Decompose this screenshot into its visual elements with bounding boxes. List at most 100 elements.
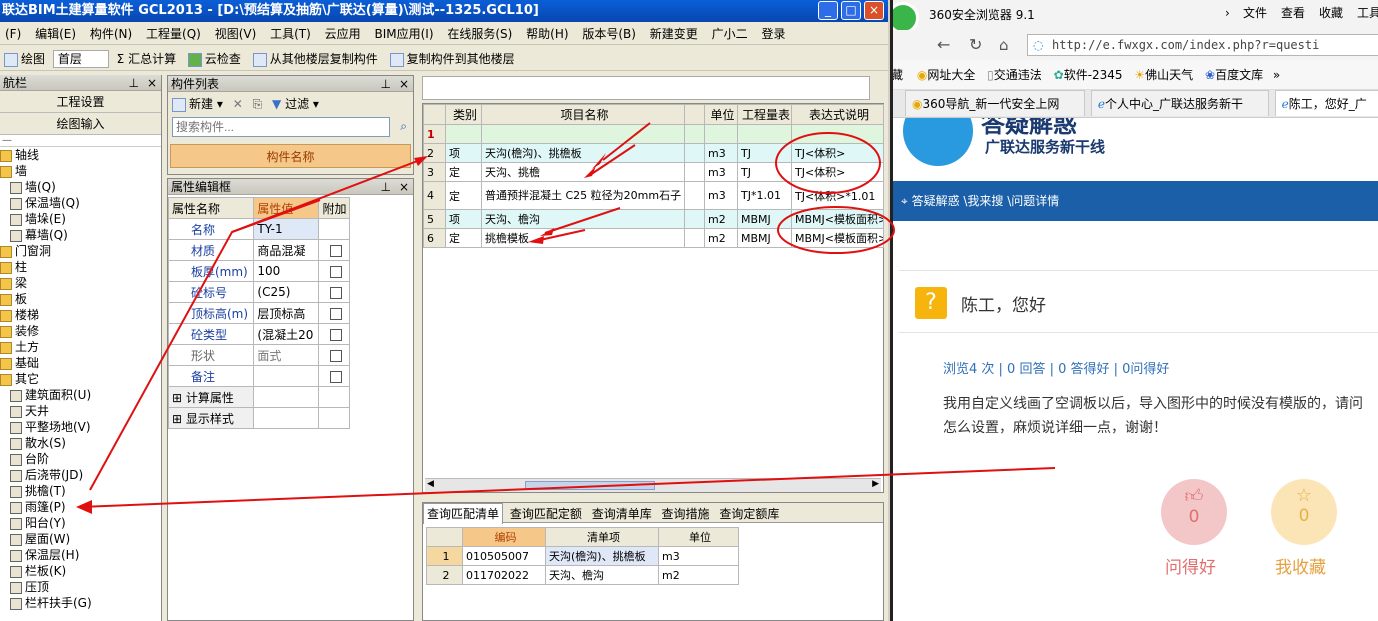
- menu-help[interactable]: 帮助(H): [521, 23, 573, 45]
- property-attach[interactable]: [318, 302, 350, 324]
- grid-cell-unit[interactable]: m3: [704, 162, 738, 182]
- property-value[interactable]: 商品混凝: [253, 239, 320, 261]
- grid-cell-expr[interactable]: TJ<体积>: [791, 143, 884, 163]
- property-attach[interactable]: [318, 407, 350, 429]
- pin-icon[interactable]: ⊥: [129, 75, 139, 91]
- grid-cell-name[interactable]: 天沟、檐沟: [481, 209, 685, 229]
- query-cell-unit[interactable]: m3: [658, 546, 739, 566]
- property-value[interactable]: TY-1: [253, 218, 320, 240]
- grid-cell-num[interactable]: 5: [423, 209, 446, 229]
- tree-item[interactable]: 柱: [0, 259, 161, 275]
- attach-checkbox[interactable]: [329, 307, 342, 320]
- grid-cell-extra[interactable]: [684, 181, 705, 210]
- grid-col-expr[interactable]: 表达式说明: [791, 104, 884, 125]
- close-icon[interactable]: ×: [399, 76, 409, 92]
- tree-item[interactable]: 压顶: [0, 579, 161, 595]
- browser-menu-tools[interactable]: 工具: [1357, 0, 1378, 26]
- tree-item[interactable]: 墙垛(E): [0, 211, 161, 227]
- property-attach[interactable]: [318, 260, 350, 282]
- property-value[interactable]: 层顶标高: [253, 302, 320, 324]
- project-settings-button[interactable]: 工程设置: [0, 91, 161, 113]
- grid-cell-qty[interactable]: MBMJ: [737, 228, 792, 248]
- menu-quantity[interactable]: 工程量(Q): [141, 23, 206, 45]
- tree-item[interactable]: 台阶: [0, 451, 161, 467]
- maximize-button[interactable]: □: [841, 1, 861, 20]
- filter-button[interactable]: ▼ 过滤 ▾: [272, 97, 319, 111]
- tree-item[interactable]: 板: [0, 291, 161, 307]
- grid-hscrollbar[interactable]: ◀ ▶: [425, 478, 881, 492]
- property-attach[interactable]: [318, 365, 350, 387]
- tab-measures[interactable]: 查询措施: [659, 504, 713, 524]
- grid-cell-qty[interactable]: TJ*1.01: [737, 181, 792, 210]
- property-attach[interactable]: [318, 386, 350, 408]
- tab-match-quota[interactable]: 查询匹配定额: [507, 504, 585, 524]
- browser-menu-view[interactable]: 查看: [1281, 0, 1305, 26]
- tree-item[interactable]: 其它: [0, 371, 161, 387]
- tree-item[interactable]: 装修: [0, 323, 161, 339]
- copy-to-floor-button[interactable]: 复制构件到其他楼层: [386, 47, 519, 71]
- grid-col-unit[interactable]: 单位: [704, 104, 738, 125]
- table-row[interactable]: 4 定普通预拌混凝土 C25 粒径为20mm石子 m3 TJ*1.01 TJ<体积>*1…: [423, 181, 884, 210]
- grid-cell-expr[interactable]: [791, 124, 884, 144]
- menu-new-change[interactable]: 新建变更: [645, 23, 703, 45]
- tab-match-list[interactable]: 查询匹配清单: [423, 503, 504, 524]
- query-cell-item[interactable]: 天沟(檐沟)、挑檐板: [545, 546, 659, 566]
- menu-chevron-icon[interactable]: ›: [1225, 0, 1230, 26]
- property-value[interactable]: [253, 386, 320, 408]
- refresh-icon[interactable]: ↻: [969, 30, 982, 60]
- grid-cell-unit[interactable]: [704, 124, 738, 144]
- browser-tab-personal[interactable]: ℯ个人中心_广联达服务新干: [1090, 90, 1269, 116]
- fav-weather[interactable]: ☀佛山天气: [1134, 68, 1193, 82]
- grid-cell-extra[interactable]: [684, 143, 705, 163]
- component-name-header[interactable]: 构件名称: [170, 144, 411, 168]
- menu-login[interactable]: 登录: [756, 23, 790, 45]
- table-row[interactable]: 3 定天沟、挑檐 m3 TJ TJ<体积>: [423, 162, 884, 182]
- table-row[interactable]: 2 项天沟(檐沟)、挑檐板 m3 TJ TJ<体积>: [423, 143, 884, 163]
- property-value[interactable]: (混凝土20: [253, 323, 320, 345]
- tree-item[interactable]: 墙: [0, 163, 161, 179]
- favorite-button[interactable]: ☆ 0: [1271, 479, 1337, 545]
- like-label[interactable]: 问得好: [1165, 553, 1216, 578]
- fav-baidu[interactable]: ❀百度文库: [1205, 68, 1263, 82]
- grid-cell-cat[interactable]: 项: [445, 143, 482, 163]
- cloud-check-button[interactable]: 云检查: [184, 47, 245, 71]
- table-row[interactable]: 6 定挑檐模板 m2 MBMJ MBMJ<模板面积>: [423, 228, 884, 248]
- tree-collapse[interactable]: —: [0, 135, 161, 147]
- tree-item[interactable]: 雨篷(P): [0, 499, 161, 515]
- close-icon[interactable]: ×: [399, 179, 409, 195]
- property-value[interactable]: (C25): [253, 281, 320, 303]
- property-value[interactable]: 100: [253, 260, 320, 282]
- grid-cell-qty[interactable]: MBMJ: [737, 209, 792, 229]
- tab-list-library[interactable]: 查询清单库: [589, 504, 655, 524]
- menu-component[interactable]: 构件(N): [85, 23, 137, 45]
- search-icon[interactable]: ⌕: [400, 119, 407, 134]
- property-attach[interactable]: [318, 344, 350, 366]
- grid-cell-qty[interactable]: TJ: [737, 143, 792, 163]
- grid-cell-extra[interactable]: [684, 124, 705, 144]
- grid-cell-expr[interactable]: TJ<体积>: [791, 162, 884, 182]
- attach-checkbox[interactable]: [329, 349, 342, 362]
- property-attach[interactable]: [318, 239, 350, 261]
- table-row[interactable]: 1: [423, 124, 884, 144]
- query-cell-unit[interactable]: m2: [658, 565, 739, 585]
- list-item[interactable]: 2 011702022 天沟、檐沟 m2: [426, 565, 739, 585]
- grid-cell-extra[interactable]: [684, 228, 705, 248]
- tree-item[interactable]: 土方: [0, 339, 161, 355]
- floor-select[interactable]: 首层: [52, 50, 109, 68]
- menu-file[interactable]: (F): [0, 23, 26, 45]
- summary-calc-button[interactable]: Σ 汇总计算: [113, 47, 180, 71]
- search-input[interactable]: [172, 117, 390, 137]
- tree-item[interactable]: 天井: [0, 403, 161, 419]
- pin-icon[interactable]: ⊥: [381, 179, 391, 195]
- grid-cell-num[interactable]: 4: [423, 181, 446, 210]
- browser-tab-active[interactable]: ℯ陈工，您好_广: [1274, 90, 1378, 116]
- grid-cell-cat[interactable]: [445, 124, 482, 144]
- fav-traffic[interactable]: ▯交通违法: [987, 68, 1042, 82]
- grid-cell-extra[interactable]: [684, 209, 705, 229]
- browser-menu-favorites[interactable]: 收藏: [1319, 0, 1343, 26]
- property-value[interactable]: [253, 365, 320, 387]
- tree-item[interactable]: 幕墙(Q): [0, 227, 161, 243]
- home-icon[interactable]: ⌂: [999, 30, 1009, 60]
- table-row[interactable]: 5 项天沟、檐沟 m2 MBMJ MBMJ<模板面积>: [423, 209, 884, 229]
- copy-icon[interactable]: ⎘: [253, 97, 263, 111]
